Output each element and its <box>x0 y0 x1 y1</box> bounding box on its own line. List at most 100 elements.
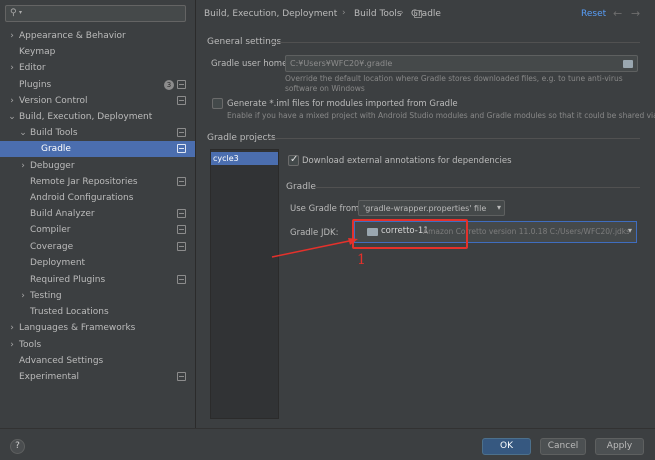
download-annotations-checkbox[interactable]: ✓ <box>288 154 299 166</box>
sidebar-item-advanced-settings[interactable]: Advanced Settings <box>0 353 195 369</box>
sidebar-item-debugger[interactable]: › Debugger <box>0 158 195 174</box>
expand-arrow-icon[interactable]: › <box>18 288 28 304</box>
checkmark-icon: ✓ <box>290 154 299 165</box>
sidebar-item-coverage[interactable]: Coverage <box>0 239 195 255</box>
breadcrumb-item[interactable]: Build, Execution, Deployment <box>204 9 337 19</box>
sidebar-item-label: Plugins <box>19 80 52 90</box>
sidebar-item-label: Required Plugins <box>30 275 106 285</box>
sidebar-item-version-control[interactable]: › Version Control <box>0 93 195 109</box>
sidebar-item-experimental[interactable]: Experimental <box>0 369 195 385</box>
chevron-down-icon: ▾ <box>496 203 501 212</box>
ok-button[interactable]: OK <box>482 438 531 455</box>
annotation-highlight-box <box>352 219 468 249</box>
expand-arrow-icon[interactable]: › <box>18 158 28 174</box>
generate-iml-label: Generate *.iml files for modules importe… <box>227 99 458 109</box>
sidebar-item-label: Keymap <box>19 47 56 57</box>
section-divider <box>266 138 640 139</box>
project-settings-icon <box>177 80 186 89</box>
project-settings-icon <box>177 209 186 218</box>
use-gradle-from-select[interactable]: 'gradle-wrapper.properties' file ▾ <box>358 200 505 216</box>
sidebar-item-build-analyzer[interactable]: Build Analyzer <box>0 206 195 222</box>
project-settings-icon <box>177 225 186 234</box>
apply-button[interactable]: Apply <box>595 438 644 455</box>
project-settings-icon <box>177 242 186 251</box>
sidebar-item-testing[interactable]: › Testing <box>0 288 195 304</box>
sidebar-item-label: Gradle <box>41 144 71 154</box>
sidebar-item-label: Remote Jar Repositories <box>30 177 138 187</box>
project-settings-icon <box>414 10 422 18</box>
updates-count-badge: 3 <box>164 80 174 90</box>
project-settings-icon <box>177 177 186 186</box>
gradle-user-home-label: Gradle user home: <box>211 59 291 69</box>
sidebar-item-label: Debugger <box>30 161 75 171</box>
expand-arrow-icon[interactable]: › <box>7 93 17 109</box>
sidebar-item-trusted-locations[interactable]: Trusted Locations <box>0 304 195 320</box>
sidebar-item-label: Languages & Frameworks <box>19 323 136 333</box>
project-settings-icon <box>177 144 186 153</box>
sidebar-item-label: Build Analyzer <box>30 209 95 219</box>
sidebar-item-label: Advanced Settings <box>19 356 104 366</box>
project-settings-icon <box>177 275 186 284</box>
gradle-user-home-field[interactable]: C:¥Users¥WFC20¥.gradle <box>285 55 638 72</box>
annotation-number: 1 <box>357 252 366 268</box>
expand-arrow-icon[interactable]: › <box>7 60 17 76</box>
sidebar-item-tools[interactable]: › Tools <box>0 337 195 353</box>
expand-arrow-icon[interactable]: › <box>7 337 17 353</box>
search-input[interactable]: ⚲ ▾ <box>5 5 186 22</box>
reset-link[interactable]: Reset <box>581 9 606 19</box>
breadcrumb-separator-icon: › <box>342 8 346 18</box>
sidebar-item-label: Coverage <box>30 242 74 252</box>
sidebar-item-compiler[interactable]: Compiler <box>0 222 195 238</box>
annotation-arrow <box>271 238 358 258</box>
sidebar-item-keymap[interactable]: Keymap <box>0 44 195 60</box>
forward-arrow-icon[interactable]: → <box>631 7 640 20</box>
sidebar-item-label: Appearance & Behavior <box>19 31 126 41</box>
generate-iml-checkbox[interactable] <box>212 98 223 109</box>
cancel-button[interactable]: Cancel <box>540 438 586 455</box>
sidebar-item-label: Android Configurations <box>30 193 134 203</box>
sidebar-item-remote-jar-repositories[interactable]: Remote Jar Repositories <box>0 174 195 190</box>
gradle-section-title: Gradle <box>286 182 316 192</box>
sidebar-item-label: Build Tools <box>30 128 78 138</box>
list-item[interactable]: cycle3 <box>211 152 278 165</box>
sidebar-item-label: Compiler <box>30 225 71 235</box>
project-settings-icon <box>177 128 186 137</box>
sidebar-item-plugins[interactable]: Plugins 3 <box>0 77 195 93</box>
back-arrow-icon[interactable]: ← <box>613 7 622 20</box>
section-divider <box>316 187 640 188</box>
settings-sidebar: ⚲ ▾ › Appearance & Behavior Keymap › Edi… <box>0 0 196 428</box>
download-annotations-label: Download external annotations for depend… <box>302 156 512 166</box>
sidebar-item-label: Build, Execution, Deployment <box>19 112 153 122</box>
sidebar-item-build-execution-deployment[interactable]: ⌄ Build, Execution, Deployment <box>0 109 195 125</box>
breadcrumb-item[interactable]: Build Tools <box>354 9 402 19</box>
generate-iml-hint: Enable if you have a mixed project with … <box>227 111 655 120</box>
sidebar-item-languages-frameworks[interactable]: › Languages & Frameworks <box>0 320 195 336</box>
use-gradle-from-value: 'gradle-wrapper.properties' file <box>363 204 487 213</box>
collapse-arrow-icon[interactable]: ⌄ <box>18 125 28 141</box>
dialog-footer: ? OK Cancel Apply <box>0 428 655 460</box>
sidebar-item-gradle[interactable]: Gradle <box>0 141 195 157</box>
search-icon: ⚲ <box>10 8 17 18</box>
breadcrumb-separator-icon: › <box>400 8 404 18</box>
sidebar-item-editor[interactable]: › Editor <box>0 60 195 76</box>
browse-folder-icon[interactable] <box>623 60 633 68</box>
expand-arrow-icon[interactable]: › <box>7 28 17 44</box>
gradle-user-home-hint: Override the default location where Grad… <box>285 74 623 93</box>
project-settings-icon <box>177 96 186 105</box>
sidebar-item-build-tools[interactable]: ⌄ Build Tools <box>0 125 195 141</box>
help-button[interactable]: ? <box>10 439 25 454</box>
sidebar-item-required-plugins[interactable]: Required Plugins <box>0 272 195 288</box>
gradle-projects-list[interactable]: cycle3 <box>210 149 279 419</box>
sidebar-item-label: Testing <box>30 291 62 301</box>
expand-arrow-icon[interactable]: › <box>7 320 17 336</box>
use-gradle-from-label: Use Gradle from: <box>290 204 363 214</box>
sidebar-item-label: Deployment <box>30 258 86 268</box>
project-settings-icon <box>177 372 186 381</box>
sidebar-item-label: Version Control <box>19 96 88 106</box>
sidebar-item-appearance[interactable]: › Appearance & Behavior <box>0 28 195 44</box>
sidebar-item-deployment[interactable]: Deployment <box>0 255 195 271</box>
collapse-arrow-icon[interactable]: ⌄ <box>7 109 17 125</box>
sidebar-item-label: Tools <box>19 340 42 350</box>
sidebar-item-android-configurations[interactable]: Android Configurations <box>0 190 195 206</box>
sidebar-item-label: Editor <box>19 63 46 73</box>
